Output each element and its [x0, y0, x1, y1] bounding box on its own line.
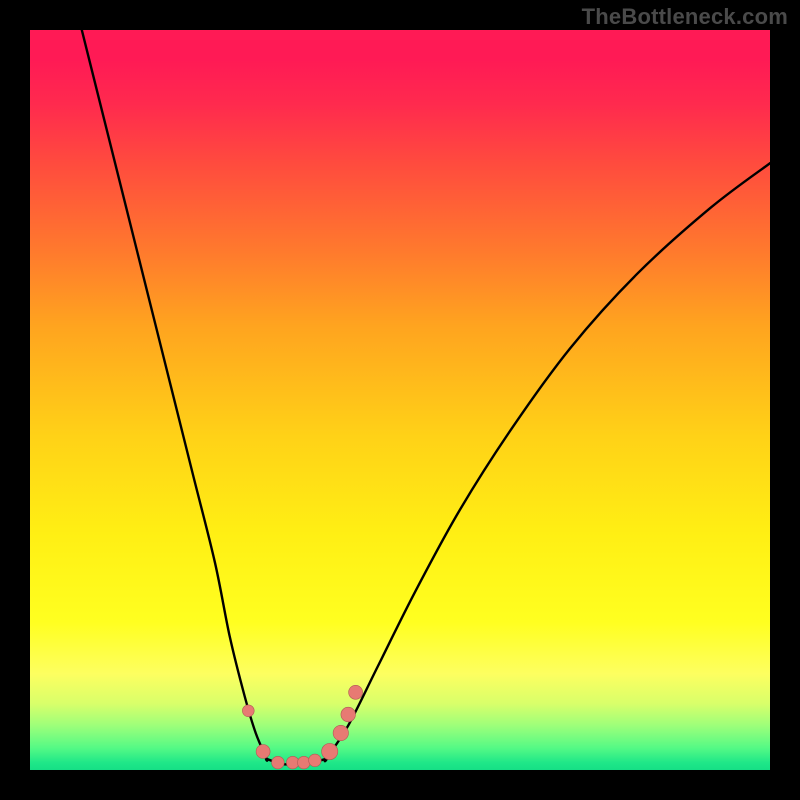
- data-marker: [298, 756, 311, 769]
- marker-group: [242, 685, 362, 769]
- plot-area: [30, 30, 770, 770]
- outer-frame: TheBottleneck.com: [0, 0, 800, 800]
- data-marker: [242, 705, 254, 717]
- data-marker: [309, 754, 322, 767]
- chart-svg: [30, 30, 770, 770]
- data-marker: [322, 743, 338, 759]
- data-marker: [349, 685, 363, 699]
- data-marker: [286, 756, 299, 769]
- data-marker: [272, 756, 285, 769]
- data-marker: [341, 707, 356, 722]
- data-marker: [256, 745, 270, 759]
- data-marker: [333, 725, 348, 740]
- watermark-text: TheBottleneck.com: [582, 4, 788, 30]
- bottleneck-curve: [82, 30, 770, 765]
